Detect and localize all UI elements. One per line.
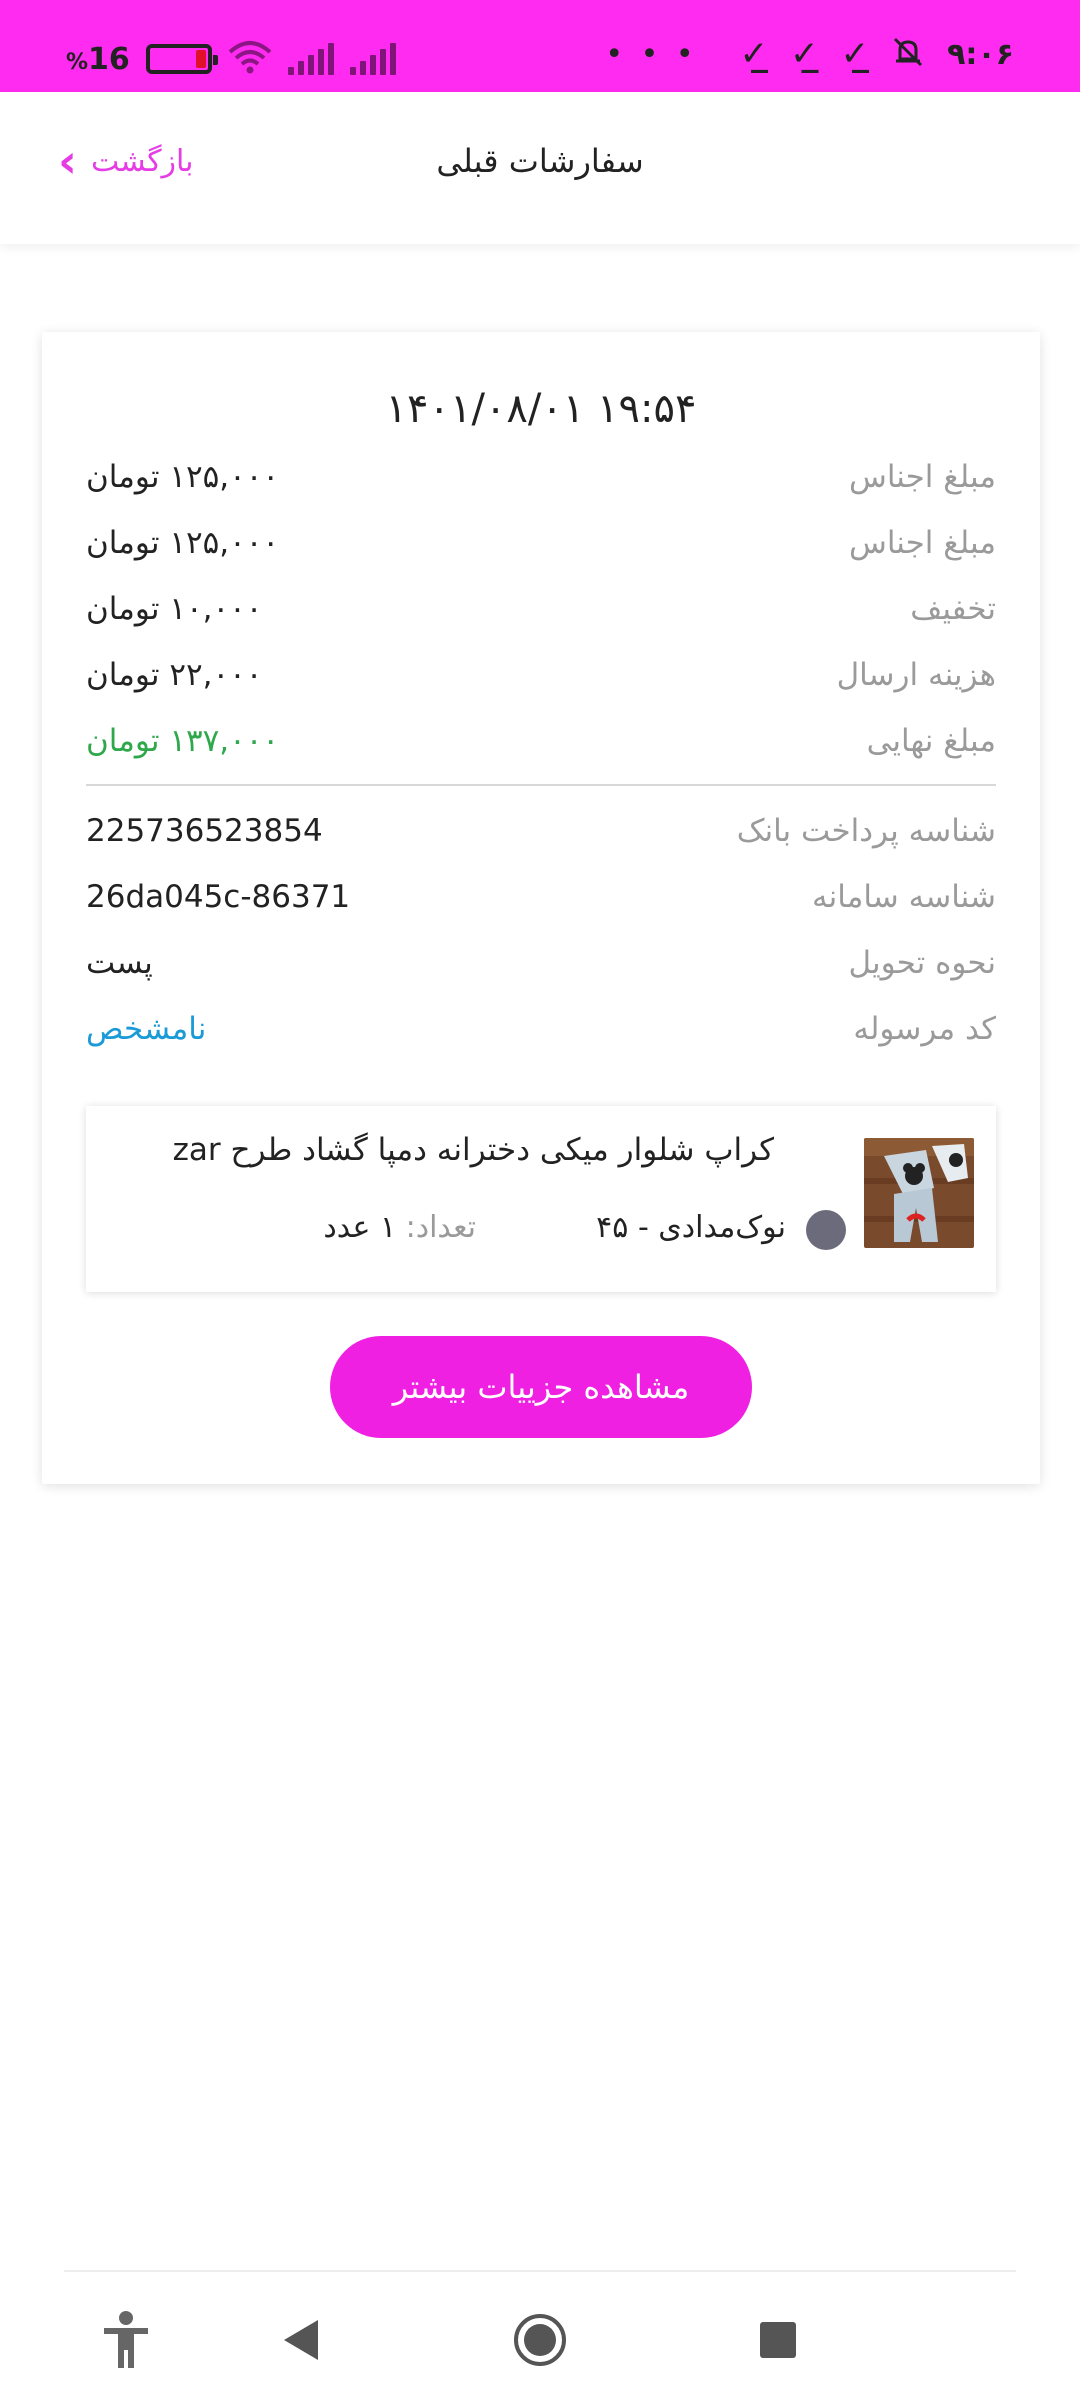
clock: ۹:۰۶	[947, 36, 1014, 72]
final-amount: ۱۳۷,۰۰۰ تومان	[86, 723, 280, 759]
product-variant: نوک‌مدادی - ۴۵	[596, 1210, 786, 1245]
battery-icon	[145, 44, 218, 74]
percent-sign: %	[66, 49, 89, 75]
overflow-dots-icon: • • •	[605, 36, 698, 72]
row-label: کد مرسوله	[853, 1011, 996, 1047]
tracking-code[interactable]: نامشخص	[86, 1011, 206, 1047]
quantity-label: تعداد:	[405, 1210, 476, 1245]
system-id: 26da045c-86371	[86, 879, 351, 915]
bell-muted-icon	[891, 35, 925, 73]
row-label: مبلغ اجناس	[849, 459, 996, 495]
order-item[interactable]: کراپ شلوار میکی دخترانه دمپا گشاد طرح za…	[86, 1106, 996, 1292]
home-circle-icon[interactable]	[508, 2308, 572, 2372]
order-row: ۲۲,۰۰۰ تومان هزینه ارسال	[86, 650, 996, 700]
row-label: شناسه پرداخت بانک	[736, 813, 996, 849]
signal-icon-2	[349, 43, 396, 75]
detail-row: پست نحوه تحویل	[86, 938, 996, 988]
back-label: بازگشت	[90, 143, 194, 179]
check-icon: ✓̲	[840, 34, 870, 74]
detail-row: نامشخص کد مرسوله	[86, 1004, 996, 1054]
order-card: ۱۴۰۱/۰۸/۰۱ ۱۹:۵۴ ۱۲۵,۰۰۰ تومان مبلغ اجنا…	[42, 332, 1040, 1484]
row-value: ۱۲۵,۰۰۰ تومان	[86, 459, 280, 495]
status-left: %16	[66, 40, 396, 78]
bank-payment-id: 225736523854	[86, 813, 323, 849]
view-more-details-button[interactable]: مشاهده جزییات بیشتر	[330, 1336, 752, 1438]
battery-percent: %16	[66, 42, 130, 77]
status-bar: %16 • • • ✓̲ ✓̲ ✓̲ ۹:۰۶	[0, 0, 1080, 92]
delivery-method: پست	[86, 945, 153, 981]
detail-row: 225736523854 شناسه پرداخت بانک	[86, 806, 996, 856]
row-label: هزینه ارسال	[836, 657, 996, 693]
check-icon: ✓̲	[790, 34, 819, 74]
row-value: ۱۲۵,۰۰۰ تومان	[86, 525, 280, 561]
product-quantity: تعداد: ۱ عدد	[323, 1210, 476, 1245]
recents-square-icon[interactable]	[746, 2308, 810, 2372]
order-row: ۱۲۵,۰۰۰ تومان مبلغ اجناس	[86, 518, 996, 568]
row-value: ۲۲,۰۰۰ تومان	[86, 657, 263, 693]
row-label: تخفیف	[910, 591, 996, 627]
order-row: ۱۰,۰۰۰ تومان تخفیف	[86, 584, 996, 634]
order-row-final: ۱۳۷,۰۰۰ تومان مبلغ نهایی	[86, 716, 996, 766]
app-bar: سفارشات قبلی ‹ بازگشت	[0, 92, 1080, 244]
back-button[interactable]: ‹ بازگشت	[58, 138, 193, 184]
row-label: مبلغ نهایی	[866, 723, 996, 759]
chevron-left-icon: ‹	[58, 134, 77, 188]
signal-icon	[287, 43, 334, 75]
divider	[86, 784, 996, 786]
order-row: ۱۲۵,۰۰۰ تومان مبلغ اجناس	[86, 452, 996, 502]
color-swatch	[806, 1210, 846, 1250]
back-triangle-icon[interactable]	[270, 2308, 334, 2372]
product-image	[864, 1138, 974, 1248]
product-title: کراپ شلوار میکی دخترانه دمپا گشاد طرح za…	[172, 1132, 774, 1168]
status-right: • • • ✓̲ ✓̲ ✓̲ ۹:۰۶	[605, 34, 1014, 74]
detail-row: 26da045c-86371 شناسه سامانه	[86, 872, 996, 922]
row-label: مبلغ اجناس	[849, 525, 996, 561]
row-label: نحوه تحویل	[848, 945, 996, 981]
system-nav-bar	[0, 2272, 1080, 2400]
accessibility-icon[interactable]	[94, 2308, 158, 2372]
order-datetime: ۱۴۰۱/۰۸/۰۱ ۱۹:۵۴	[385, 386, 697, 432]
check-icon: ✓̲	[739, 34, 769, 74]
row-value: ۱۰,۰۰۰ تومان	[86, 591, 263, 627]
quantity-value: ۱ عدد	[323, 1210, 406, 1245]
row-label: شناسه سامانه	[812, 879, 996, 915]
wifi-icon	[228, 40, 272, 78]
battery-value: 16	[88, 41, 130, 77]
